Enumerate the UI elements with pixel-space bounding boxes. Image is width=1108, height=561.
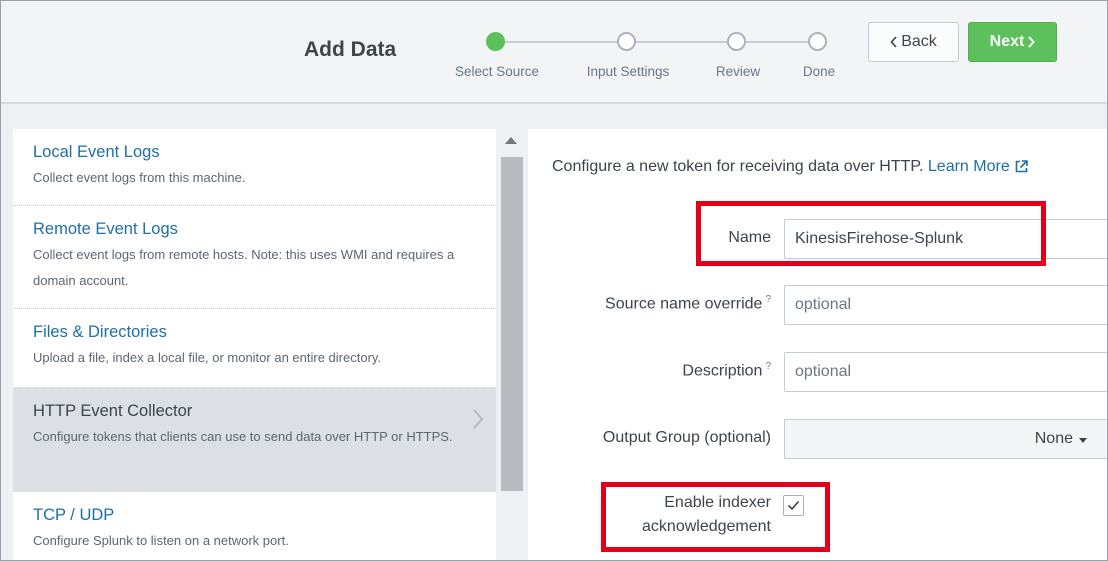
ack-highlight-box	[601, 482, 830, 552]
description-input[interactable]: optional	[784, 352, 1107, 392]
step-label-input-settings: Input Settings	[586, 64, 670, 79]
source-item-local-event-logs[interactable]: Local Event Logs Collect event logs from…	[13, 129, 496, 206]
description-label-text: Description	[682, 362, 763, 380]
chevron-right-icon	[473, 409, 484, 429]
source-name-override-text: Source name override	[605, 295, 763, 313]
learn-more-label: Learn More	[927, 158, 1010, 175]
output-group-value: None	[1034, 430, 1073, 447]
next-button[interactable]: Next	[968, 22, 1057, 62]
external-link-icon	[1015, 160, 1028, 173]
chevron-right-icon	[1028, 36, 1036, 48]
progress-line	[496, 41, 818, 43]
step-dot-done	[808, 32, 827, 51]
back-button-label: Back	[901, 33, 937, 50]
output-group-select[interactable]: None	[784, 419, 1107, 459]
back-button[interactable]: Back	[868, 22, 959, 62]
help-icon[interactable]: ?	[765, 294, 771, 305]
intro-description: Configure a new token for receiving data…	[552, 158, 924, 175]
source-item-title: Files & Directories	[33, 323, 167, 341]
page-title: Add Data	[304, 38, 397, 61]
source-item-http-event-collector[interactable]: HTTP Event Collector Configure tokens th…	[13, 388, 496, 492]
step-dot-input-settings	[617, 32, 636, 51]
source-item-description: Collect event logs from this machine.	[33, 170, 246, 185]
name-highlight-box	[696, 201, 1046, 266]
source-item-files-directories[interactable]: Files & Directories Upload a file, index…	[13, 309, 496, 388]
app-window: Add Data Select Source Input Settings Re…	[0, 0, 1108, 561]
list-scrollbar[interactable]	[498, 129, 526, 560]
step-label-review: Review	[715, 64, 761, 79]
scroll-up-arrow-icon[interactable]	[505, 137, 517, 144]
learn-more-link[interactable]: Learn More	[928, 158, 1028, 175]
source-item-title: TCP / UDP	[33, 506, 115, 524]
step-dot-select-source	[486, 32, 505, 51]
source-item-description: Collect event logs from remote hosts. No…	[33, 247, 455, 288]
source-item-description: Upload a file, index a local file, or mo…	[33, 350, 382, 365]
next-button-label: Next	[989, 33, 1025, 50]
output-group-label: Output Group (optional)	[602, 429, 771, 446]
source-item-tcp-udp[interactable]: TCP / UDP Configure Splunk to listen on …	[13, 492, 496, 560]
source-item-description: Configure tokens that clients can use to…	[33, 429, 453, 444]
wizard-header: Add Data Select Source Input Settings Re…	[1, 1, 1107, 104]
source-item-title: HTTP Event Collector	[33, 402, 193, 420]
source-item-title: Local Event Logs	[33, 143, 160, 161]
step-label-select-source: Select Source	[454, 64, 540, 79]
source-item-title: Remote Event Logs	[33, 220, 178, 238]
source-item-remote-event-logs[interactable]: Remote Event Logs Collect event logs fro…	[13, 206, 496, 309]
scrollbar-thumb[interactable]	[501, 157, 523, 491]
step-dot-review	[727, 32, 746, 51]
description-label: Description?	[682, 361, 771, 380]
help-icon[interactable]: ?	[765, 361, 771, 372]
source-item-description: Configure Splunk to listen on a network …	[33, 533, 289, 548]
caret-down-icon	[1079, 437, 1087, 443]
intro-text: Configure a new token for receiving data…	[552, 158, 1028, 176]
source-name-override-label: Source name override?	[605, 294, 771, 313]
chevron-left-icon	[890, 36, 897, 48]
source-list: Local Event Logs Collect event logs from…	[13, 129, 496, 560]
step-label-done: Done	[802, 64, 836, 79]
source-name-override-input[interactable]: optional	[784, 285, 1107, 325]
